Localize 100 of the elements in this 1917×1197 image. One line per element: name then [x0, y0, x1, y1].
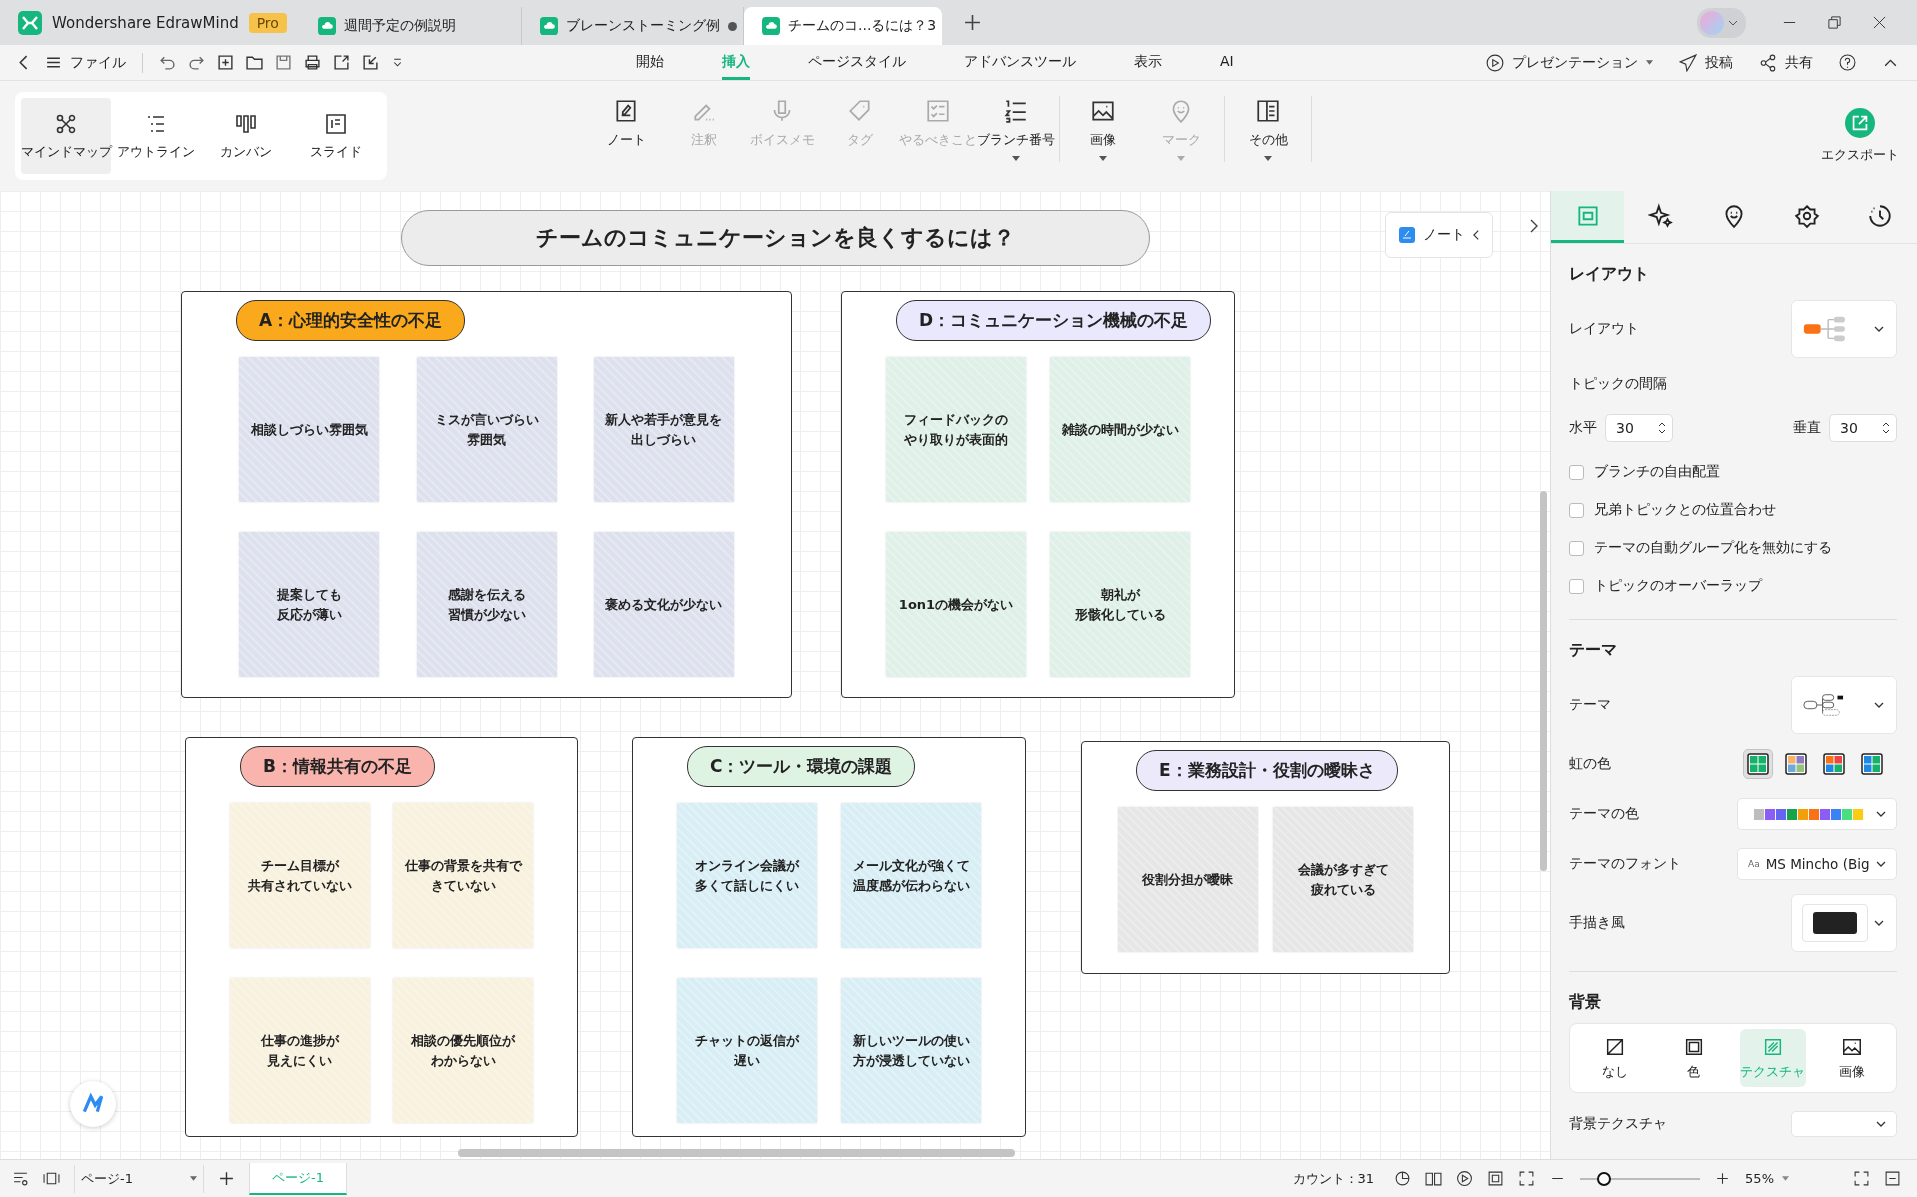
background-option[interactable]: 画像 — [1818, 1029, 1885, 1087]
undo-icon[interactable] — [159, 54, 176, 71]
checkbox-label[interactable]: ブランチの自由配置 — [1594, 463, 1720, 481]
sticky-note[interactable]: メール文化が強くて 温度感が伝わらない — [841, 803, 981, 948]
export-button[interactable]: エクスポート — [1821, 108, 1899, 164]
ribbon-tab[interactable]: 開始 — [636, 45, 664, 80]
sticky-note[interactable]: オンライン会議が 多くて話しにくい — [677, 803, 817, 948]
print-icon[interactable] — [304, 54, 321, 71]
ribbon-tab[interactable]: 表示 — [1134, 45, 1162, 80]
toolbar-action[interactable]: 投稿 — [1679, 53, 1733, 72]
restore-icon[interactable] — [1827, 15, 1842, 30]
document-tab[interactable]: ブレーンストーミング例 — [522, 7, 744, 45]
group-header[interactable]: A：心理的安全性の不足 — [236, 300, 466, 341]
topic-group[interactable]: D：コミュニケーション機械の不足 フィードバックの やり取りが表面的 雑談の時間が少ない 1on1の機会がない 朝礼が 形骸化している — [841, 291, 1235, 698]
topic-group[interactable]: A：心理的安全性の不足 相談しづらい雰囲気 ミスが言いづらい 雰囲気 新人や若手が意見を 出しづらい 提案しても 反応が薄い 感謝を伝える 習慣が少ない 褒める文化が少ない — [181, 291, 792, 698]
ai-assistant-button[interactable] — [70, 1081, 116, 1127]
background-option[interactable]: 色 — [1660, 1029, 1727, 1087]
spinner-arrows-icon[interactable] — [1658, 420, 1666, 436]
number-field[interactable]: 30 — [1605, 414, 1673, 442]
ribbon-button[interactable]: ノート — [587, 96, 665, 149]
sticky-note[interactable]: 仕事の背景を共有で きていない — [393, 803, 534, 948]
file-menu[interactable]: ファイル — [70, 53, 126, 72]
checkbox[interactable] — [1569, 464, 1584, 480]
checkbox-label[interactable]: トピックのオーバーラップ — [1594, 577, 1762, 595]
sticky-note[interactable]: フィードバックの やり取りが表面的 — [886, 357, 1026, 502]
toolbar-action[interactable]: プレゼンテーション — [1486, 53, 1653, 72]
pie-icon[interactable] — [1394, 1170, 1412, 1187]
spinner-arrows-icon[interactable] — [1882, 420, 1890, 436]
sticky-note[interactable]: 新しいツールの使い 方が浸透していない — [841, 978, 981, 1123]
sticky-note[interactable]: ミスが言いづらい 雰囲気 — [416, 357, 557, 502]
central-topic[interactable]: チームのコミュニケーションを良くするには？ — [401, 210, 1150, 266]
ribbon-button[interactable]: 画像 — [1064, 96, 1142, 161]
toolbar-action[interactable]: 共有 — [1759, 53, 1813, 72]
ribbon-button[interactable]: ブランチ番号 — [977, 96, 1055, 161]
ribbon-tab[interactable]: ページスタイル — [808, 45, 906, 80]
zoom-dropdown[interactable]: 55% — [1745, 1171, 1789, 1186]
ribbon-tab[interactable]: アドバンスツール — [964, 45, 1076, 80]
book-icon[interactable] — [1425, 1170, 1443, 1187]
help-icon[interactable] — [1839, 54, 1856, 71]
note-button[interactable]: ノート — [1385, 212, 1493, 258]
add-icon[interactable] — [217, 54, 234, 71]
folder-icon[interactable] — [246, 54, 263, 71]
sticky-note[interactable]: 会議が多すぎて 疲れている — [1273, 807, 1414, 952]
sticky-note[interactable]: 仕事の進捗が 見えにくい — [229, 978, 370, 1123]
new-tab-icon[interactable] — [964, 14, 981, 31]
group-header[interactable]: D：コミュニケーション機械の不足 — [896, 300, 1212, 341]
sticky-note[interactable]: 新人や若手が意見を 出しづらい — [593, 357, 734, 502]
fit-page-icon[interactable] — [1487, 1170, 1505, 1187]
fit-screen-icon[interactable] — [1853, 1170, 1870, 1187]
view-button[interactable]: スライド — [291, 98, 381, 174]
sticky-note[interactable]: 1on1の機会がない — [886, 532, 1026, 677]
group-header[interactable]: B：情報共有の不足 — [240, 746, 435, 787]
expand-panel-icon[interactable] — [1529, 218, 1539, 234]
fit-width-icon[interactable] — [1884, 1170, 1901, 1187]
topic-group[interactable]: E：業務設計・役割の曖昧さ 役割分担が曖昧 会議が多すぎて 疲れている — [1081, 741, 1450, 974]
sticky-note[interactable]: 褒める文化が少ない — [593, 532, 734, 677]
import-icon[interactable] — [362, 54, 379, 71]
sticky-note[interactable]: 相談の優先順位が わからない — [393, 978, 534, 1123]
sticky-note[interactable]: 感謝を伝える 習慣が少ない — [416, 532, 557, 677]
number-field[interactable]: 30 — [1829, 414, 1897, 442]
hand-drawn-dropdown[interactable] — [1791, 894, 1897, 952]
checkbox[interactable] — [1569, 502, 1584, 518]
theme-dropdown[interactable] — [1791, 676, 1897, 734]
sticky-note[interactable]: チャットの返信が 遅い — [677, 978, 817, 1123]
theme-color-dropdown[interactable] — [1737, 798, 1897, 830]
slides-icon[interactable] — [43, 1170, 60, 1187]
topic-group[interactable]: C：ツール・環境の課題 オンライン会議が 多くて話しにくい メール文化が強くて 温度感が伝わらない チャットの返信が 遅い 新しいツールの使い 方が浸透していない — [632, 737, 1026, 1137]
export-file-icon[interactable] — [333, 54, 350, 71]
checkbox-label[interactable]: 兄弟トピックとの位置合わせ — [1594, 501, 1776, 519]
redo-icon[interactable] — [188, 54, 205, 71]
sticky-note[interactable]: 役割分担が曖昧 — [1117, 807, 1258, 952]
zoom-slider-thumb[interactable] — [1597, 1171, 1612, 1186]
group-header[interactable]: E：業務設計・役割の曖昧さ — [1136, 750, 1398, 791]
play-icon[interactable] — [1456, 1170, 1474, 1187]
sticky-note[interactable]: 提案しても 反応が薄い — [239, 532, 380, 677]
document-tab[interactable]: 週間予定の例説明 — [300, 7, 522, 45]
font-dropdown[interactable]: Aa MS Mincho (Big — [1737, 848, 1897, 880]
checkbox-label[interactable]: テーマの自動グループ化を無効にする — [1594, 539, 1832, 557]
rainbow-option[interactable] — [1743, 749, 1773, 779]
ribbon-button[interactable]: その他 — [1229, 96, 1307, 161]
checkbox[interactable] — [1569, 578, 1584, 594]
save-icon[interactable] — [275, 54, 292, 71]
view-button[interactable]: マインドマップ — [21, 98, 111, 174]
topic-group[interactable]: B：情報共有の不足 チーム目標が 共有されていない 仕事の背景を共有で きていない 仕事の進捗が 見えにくい 相談の優先順位が わからない — [185, 737, 578, 1137]
add-page-icon[interactable] — [218, 1170, 235, 1187]
page-dropdown[interactable]: ページ-1 — [74, 1164, 204, 1193]
group-header[interactable]: C：ツール・環境の課題 — [687, 746, 916, 787]
sticky-note[interactable]: 相談しづらい雰囲気 — [239, 357, 380, 502]
close-window-icon[interactable] — [1872, 15, 1887, 30]
sticky-note[interactable]: 朝礼が 形骸化している — [1050, 532, 1190, 677]
vertical-scrollbar[interactable] — [1540, 491, 1547, 871]
view-button[interactable]: カンバン — [201, 98, 291, 174]
sticky-note[interactable]: チーム目標が 共有されていない — [229, 803, 370, 948]
outline-view-icon[interactable] — [12, 1170, 29, 1187]
document-tab[interactable]: チームのコ...るには？3 — [744, 7, 942, 45]
background-option[interactable]: なし — [1581, 1029, 1648, 1087]
horizontal-scrollbar[interactable] — [458, 1149, 1015, 1157]
layout-dropdown[interactable] — [1791, 300, 1897, 358]
ribbon-tab[interactable]: AI — [1220, 45, 1234, 80]
checkbox[interactable] — [1569, 540, 1584, 556]
